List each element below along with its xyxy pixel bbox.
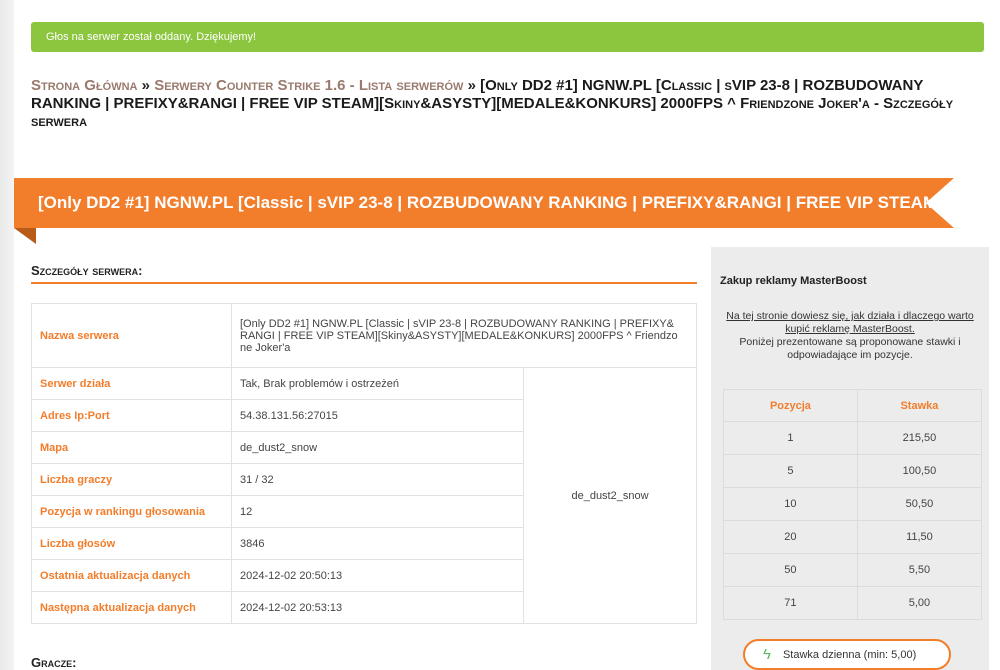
rate-position: 1 xyxy=(723,421,858,455)
rate-value: 5,50 xyxy=(856,553,983,587)
table-row: Nazwa serwera [Only DD2 #1] NGNW.PL [Cla… xyxy=(31,303,697,368)
detail-label: Liczba głosów xyxy=(31,527,232,560)
sidebar-info: Na tej stronie dowiesz się, jak działa i… xyxy=(711,310,989,362)
breadcrumb-separator: » xyxy=(137,77,155,94)
detail-value: 12 xyxy=(231,495,524,528)
rate-value: 11,50 xyxy=(856,520,983,554)
vote-success-alert: Głos na serwer został oddany. Dziękujemy… xyxy=(31,22,984,52)
rate-value: 100,50 xyxy=(856,454,983,488)
detail-label: Liczba graczy xyxy=(31,463,232,496)
sidebar-info-text: Poniżej prezentowane są proponowane staw… xyxy=(739,336,961,361)
breadcrumb: Strona Główna » Serwery Counter Strike 1… xyxy=(31,77,976,131)
rate-value: 215,50 xyxy=(856,421,983,455)
table-row: 50 5,50 xyxy=(723,553,983,587)
rate-value: 5,00 xyxy=(856,586,983,620)
map-image: de_dust2_snow xyxy=(523,367,697,624)
detail-value: 3846 xyxy=(231,527,524,560)
detail-value: 2024-12-02 20:50:13 xyxy=(231,559,524,592)
detail-value: de_dust2_snow xyxy=(231,431,524,464)
detail-value: 2024-12-02 20:53:13 xyxy=(231,591,524,624)
server-details-heading: Szczegóły serwera: xyxy=(31,263,697,284)
table-row: 5 100,50 xyxy=(723,454,983,488)
detail-label: Pozycja w rankingu głosowania xyxy=(31,495,232,528)
table-row: 20 11,50 xyxy=(723,520,983,554)
daily-rate-label: Stawka dzienna (min: 5,00) xyxy=(782,648,917,661)
banner-title: [Only DD2 #1] NGNW.PL [Classic | sVIP 23… xyxy=(38,193,954,212)
rates-table: Pozycja Stawka 1 215,50 5 100,50 10 50,5… xyxy=(723,389,983,620)
players-heading: Gracze: xyxy=(31,655,77,670)
sidebar-title: Zakup reklamy MasterBoost xyxy=(720,275,867,287)
server-details-table: Nazwa serwera [Only DD2 #1] NGNW.PL [Cla… xyxy=(31,303,697,624)
rates-header-row: Pozycja Stawka xyxy=(723,389,983,422)
alert-message: Głos na serwer został oddany. Dziękujemy… xyxy=(46,31,257,43)
daily-rate-button[interactable]: ϟ Stawka dzienna (min: 5,00) xyxy=(743,639,951,670)
detail-label: Mapa xyxy=(31,431,232,464)
page-left-edge xyxy=(0,0,14,670)
breadcrumb-server-list-link[interactable]: Serwery Counter Strike 1.6 - Lista serwe… xyxy=(154,77,463,94)
rate-position: 50 xyxy=(723,553,858,587)
rate-position: 20 xyxy=(723,520,858,554)
detail-label: Serwer działa xyxy=(31,367,232,400)
banner-fold xyxy=(14,228,36,244)
table-row: Serwer działa Tak, Brak problemów i ostr… xyxy=(31,367,697,624)
detail-value: Tak, Brak problemów i ostrzeżeń xyxy=(231,367,524,400)
table-row: 1 215,50 xyxy=(723,421,983,455)
breadcrumb-separator: » xyxy=(463,77,481,94)
lightning-bolt-icon: ϟ xyxy=(763,646,771,663)
detail-label: Nazwa serwera xyxy=(31,303,232,368)
server-title-banner: [Only DD2 #1] NGNW.PL [Classic | sVIP 23… xyxy=(14,178,954,228)
rate-position: 71 xyxy=(723,586,858,620)
breadcrumb-home-link[interactable]: Strona Główna xyxy=(31,77,138,94)
rate-value: 50,50 xyxy=(856,487,983,521)
rates-header-rate: Stawka xyxy=(856,389,983,422)
table-row: 10 50,50 xyxy=(723,487,983,521)
detail-label: Następna aktualizacja danych xyxy=(31,591,232,624)
detail-value: 31 / 32 xyxy=(231,463,524,496)
rate-position: 5 xyxy=(723,454,858,488)
table-row: 71 5,00 xyxy=(723,586,983,620)
detail-label: Adres Ip:Port xyxy=(31,399,232,432)
masterboost-sidebar: Zakup reklamy MasterBoost Na tej stronie… xyxy=(711,247,989,670)
detail-value: 54.38.131.56:27015 xyxy=(231,399,524,432)
rates-header-position: Pozycja xyxy=(723,389,858,422)
detail-value: [Only DD2 #1] NGNW.PL [Classic | sVIP 23… xyxy=(231,303,697,368)
detail-label: Ostatnia aktualizacja danych xyxy=(31,559,232,592)
rate-position: 10 xyxy=(723,487,858,521)
masterboost-info-link[interactable]: Na tej stronie dowiesz się, jak działa i… xyxy=(726,310,973,335)
